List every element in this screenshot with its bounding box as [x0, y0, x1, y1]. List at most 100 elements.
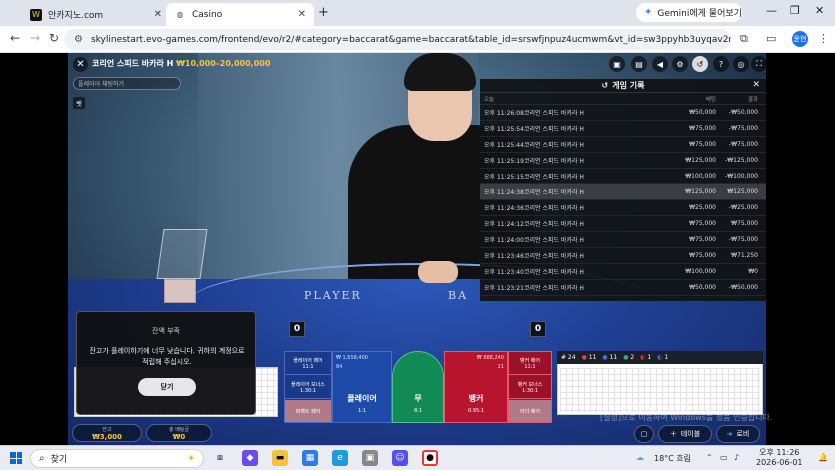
chat-input[interactable]: 플레이어 채팅하기: [73, 77, 181, 90]
history-time: 오후 11:25:54: [484, 125, 524, 133]
forward-icon[interactable]: →: [30, 31, 40, 45]
discord-icon[interactable]: ☺: [392, 450, 408, 466]
fullscreen-icon[interactable]: ⛶: [751, 56, 766, 72]
site-info-icon[interactable]: ⚙: [74, 34, 83, 45]
history-clock-icon: ↺: [601, 81, 609, 90]
copilot-icon[interactable]: ◆: [242, 450, 258, 466]
history-row[interactable]: 오후 11:24:00 코리언 스피드 바카라 H ₩75,000 -₩75,000: [480, 232, 766, 249]
taskbar-search[interactable]: ⌕ 찾기 ✦: [30, 449, 204, 468]
tie-bet-spot[interactable]: 무 8:1: [392, 351, 444, 423]
history-row[interactable]: 오후 11:23:21 코리언 스피드 바카라 H ₩50,000 -₩50,000: [480, 280, 766, 296]
table-button-label: 테이블: [680, 430, 701, 438]
tab-casino[interactable]: ◍ Casino ✕: [166, 3, 314, 26]
app-icon[interactable]: ▣: [362, 450, 378, 466]
help-icon[interactable]: ?: [713, 56, 729, 72]
lobby-button[interactable]: ➜ 로비: [716, 425, 760, 443]
history-close-icon[interactable]: ✕: [752, 80, 760, 90]
player-bet-spot[interactable]: ₩ 1,658,400 84 플레이어 1:1: [332, 351, 392, 423]
tab-close-icon[interactable]: ✕: [154, 9, 162, 20]
side-panel-icon[interactable]: ▭: [766, 32, 776, 45]
taskbar-clock[interactable]: 오후 11:26 2026-06-01: [756, 448, 803, 468]
history-bet: ₩125,000: [685, 156, 716, 164]
volume-tray-icon[interactable]: ♪: [734, 453, 739, 462]
window-close-icon[interactable]: ✕: [815, 4, 824, 17]
history-icon[interactable]: ↺: [692, 56, 708, 72]
video-icon[interactable]: ▣: [609, 56, 625, 72]
history-bet: ₩75,000: [689, 140, 716, 148]
history-row[interactable]: 오후 11:25:54 코리언 스피드 바카라 H ₩75,000 -₩75,000: [480, 121, 766, 137]
notification-icon[interactable]: 🔔: [818, 453, 828, 462]
minimize-icon[interactable]: —: [766, 4, 777, 17]
screen: W 안카지노.com ✕ ◍ Casino ✕ + ✦ Gemini에게 물어보…: [0, 0, 835, 470]
banker-pair-spot[interactable]: 뱅커 페어 11:1: [509, 352, 551, 375]
banker-bonus-label: 뱅커 보너스: [517, 381, 543, 388]
history-time: 오후 11:26:08: [484, 109, 524, 117]
history-row[interactable]: 오후 11:25:19 코리언 스피드 바카라 H ₩125,000 -₩125,00…: [480, 153, 766, 169]
perfect-pair-label: 퍼펙트 페어: [295, 408, 321, 415]
history-bet: ₩50,000: [689, 108, 716, 116]
tray-chevron-icon[interactable]: ⌃: [706, 453, 713, 462]
reload-icon[interactable]: ↻: [49, 31, 59, 45]
history-row[interactable]: 오후 11:26:08 코리언 스피드 바카라 H ₩50,000 -₩50,000: [480, 105, 766, 121]
close-game-icon[interactable]: ✕: [73, 57, 88, 72]
store-icon[interactable]: ▦: [302, 450, 318, 466]
total-bet-display: 총 배팅금 ₩0: [146, 424, 212, 442]
player-side-bets: 플레이어 페어 11:1 플레이어 보너스 1:30:1 퍼펙트 페어: [284, 351, 332, 423]
balance-display: 잔고 ₩3,000: [72, 424, 142, 442]
extensions-icon[interactable]: ⧉: [740, 32, 748, 46]
task-view-icon[interactable]: ⧈: [212, 450, 228, 466]
col-payout: 결과: [747, 96, 758, 103]
left-letterbox: [0, 53, 68, 445]
player-bonus-spot[interactable]: 플레이어 보너스 1:30:1: [285, 376, 331, 399]
player-wins: ● 11: [602, 354, 618, 361]
history-row[interactable]: 오후 11:23:40 코리언 스피드 바카라 H ₩100,000 ₩0: [480, 264, 766, 280]
history-time: 오후 11:23:46: [484, 252, 524, 260]
history-game: 코리언 스피드 바카라 H: [524, 125, 584, 133]
tie-label: 무: [414, 394, 422, 403]
volume-icon[interactable]: ◀: [652, 56, 668, 72]
table-button[interactable]: ＋ 테이블: [658, 425, 712, 443]
search-highlight-icon: ✦: [187, 453, 195, 464]
banker-side-bets: 뱅커 페어 11:1 뱅커 보너스 1:30:1 이더 페어: [508, 351, 552, 423]
gemini-button[interactable]: ✦ Gemini에게 물어보기: [636, 3, 742, 22]
history-row[interactable]: 오후 11:25:44 코리언 스피드 바카라 H ₩75,000 -₩75,000: [480, 137, 766, 153]
history-bet: ₩75,000: [689, 236, 716, 244]
dialog-close-button[interactable]: 닫기: [138, 378, 196, 396]
file-explorer-icon[interactable]: ▬: [272, 450, 288, 466]
settings-icon[interactable]: ⚙: [672, 56, 688, 72]
menu-dots-icon[interactable]: ⋮: [818, 32, 829, 45]
search-icon: ⌕: [39, 453, 45, 464]
network-icon[interactable]: ▭: [720, 453, 728, 462]
history-row[interactable]: 오후 11:23:46 코리언 스피드 바카라 H ₩75,000 ₩71,250: [480, 248, 766, 264]
history-row[interactable]: 오후 11:24:38 코리언 스피드 바카라 H ₩125,000 ₩125,000: [480, 184, 766, 201]
edge-icon[interactable]: e: [332, 450, 348, 466]
history-row[interactable]: 오후 11:25:15 코리언 스피드 바카라 H ₩100,000 -₩100,00…: [480, 169, 766, 185]
cards-icon[interactable]: ◎: [733, 56, 749, 72]
history-row[interactable]: 오후 11:24:36 코리언 스피드 바카라 H ₩25,000 -₩25,000: [480, 200, 766, 217]
perfect-pair-spot[interactable]: 퍼펙트 페어: [285, 400, 331, 423]
chat-toggle-button[interactable]: ▢: [634, 425, 654, 443]
back-icon[interactable]: ←: [10, 31, 20, 45]
chat-icon[interactable]: ▤: [631, 56, 647, 72]
game-history-panel: ↺ 게임 기록 ✕ 오늘 배팅 결과 오후 11:26:08 코리언 스피드 바카…: [480, 79, 766, 301]
banker-total-bets: ₩ 888,240: [476, 355, 504, 361]
player-pair-spot[interactable]: 플레이어 페어 11:1: [285, 352, 331, 375]
history-time: 오후 11:23:21: [484, 284, 524, 292]
restore-icon[interactable]: ❐: [790, 4, 800, 17]
profile-avatar[interactable]: 윤현: [792, 31, 808, 47]
banker-bet-spot[interactable]: ₩ 888,240 21 뱅커 0.95:1: [444, 351, 508, 423]
chrome-icon[interactable]: ●: [422, 450, 438, 466]
windows-start-icon[interactable]: [10, 452, 22, 464]
history-row[interactable]: 오후 11:24:12 코리언 스피드 바카라 H ₩75,000 ₩75,000: [480, 216, 766, 233]
new-tab-button[interactable]: +: [318, 5, 329, 20]
banker-bonus-spot[interactable]: 뱅커 보너스 1:30:1: [509, 376, 551, 399]
round-number: # 24: [561, 354, 576, 361]
either-pair-spot[interactable]: 이더 페어: [509, 400, 551, 423]
bet-toggle-button[interactable]: 벳: [73, 97, 85, 109]
table-title: 코리언 스피드 바카라 H ₩10,000–20,000,000: [92, 58, 270, 69]
tab-ankasino[interactable]: W 안카지노.com ✕: [22, 3, 170, 26]
address-bar[interactable]: ⚙ skylinestart.evo-games.com/frontend/ev…: [64, 29, 731, 50]
tab-close-icon[interactable]: ✕: [298, 9, 306, 20]
plus-icon: ＋: [669, 430, 677, 438]
banker-pairs: ◐ 1: [640, 354, 652, 361]
